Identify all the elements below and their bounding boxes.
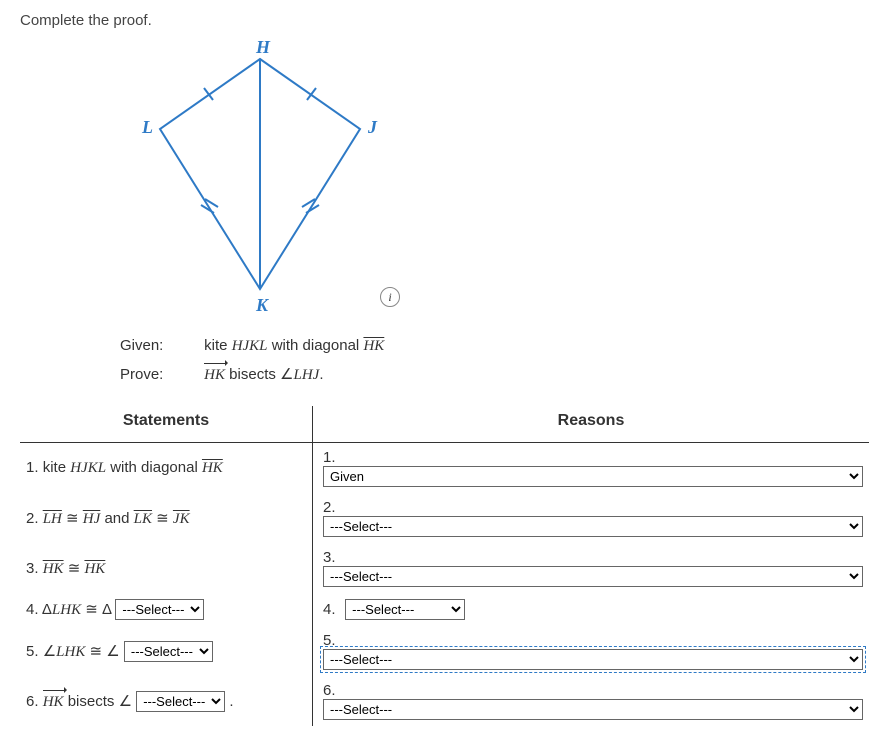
- statement-5: 5. ∠LHK ≅ ∠ ---Select---: [20, 626, 313, 676]
- reason-4-select[interactable]: ---Select---: [345, 599, 465, 620]
- reason-1: 1. Given: [313, 443, 870, 494]
- prove-label: Prove:: [120, 366, 200, 383]
- statement-1: 1. kite HJKL with diagonal HK: [20, 443, 313, 494]
- kite-diagram: H J K L: [100, 39, 420, 319]
- info-icon[interactable]: i: [380, 287, 400, 307]
- vertex-L: L: [141, 117, 153, 137]
- vertex-J: J: [367, 117, 378, 137]
- statement-4-select[interactable]: ---Select---: [115, 599, 204, 620]
- reason-4: 4. ---Select---: [313, 593, 870, 626]
- prove-statement: HK bisects ∠LHJ.: [204, 366, 323, 383]
- statement-3: 3. HK ≅ HK: [20, 543, 313, 593]
- reason-6-select[interactable]: ---Select---: [323, 699, 863, 720]
- given-prove-block: Given: kite HJKL with diagonal HK Prove:…: [120, 337, 869, 384]
- given-row: Given: kite HJKL with diagonal HK: [120, 337, 869, 355]
- reason-2: 2. ---Select---: [313, 493, 870, 543]
- proof-row-1: 1. kite HJKL with diagonal HK 1. Given: [20, 443, 869, 494]
- reason-6: 6. ---Select---: [313, 676, 870, 726]
- prove-row: Prove: HK bisects ∠LHJ.: [120, 365, 869, 384]
- proof-table: Statements Reasons 1. kite HJKL with dia…: [20, 406, 869, 726]
- proof-row-2: 2. LH ≅ HJ and LK ≅ JK 2. ---Select---: [20, 493, 869, 543]
- statement-4: 4. ΔLHK ≅ Δ ---Select---: [20, 593, 313, 626]
- reason-3-select[interactable]: ---Select---: [323, 566, 863, 587]
- reasons-header: Reasons: [313, 406, 870, 443]
- given-label: Given:: [120, 337, 200, 354]
- statement-6-select[interactable]: ---Select---: [136, 691, 225, 712]
- vertex-K: K: [255, 295, 270, 315]
- given-statement: kite HJKL with diagonal HK: [204, 337, 384, 354]
- reason-5: 5. ---Select---: [313, 626, 870, 676]
- vertex-H: H: [255, 39, 271, 57]
- proof-row-5: 5. ∠LHK ≅ ∠ ---Select--- 5. ---Select---: [20, 626, 869, 676]
- statement-6: 6. HK bisects ∠ ---Select--- .: [20, 676, 313, 726]
- proof-row-6: 6. HK bisects ∠ ---Select--- . 6. ---Sel…: [20, 676, 869, 726]
- figure-area: H J K L i: [100, 39, 869, 319]
- prompt-text: Complete the proof.: [20, 12, 869, 29]
- proof-row-3: 3. HK ≅ HK 3. ---Select---: [20, 543, 869, 593]
- statement-5-select[interactable]: ---Select---: [124, 641, 213, 662]
- statement-2: 2. LH ≅ HJ and LK ≅ JK: [20, 493, 313, 543]
- reason-3: 3. ---Select---: [313, 543, 870, 593]
- reason-2-select[interactable]: ---Select---: [323, 516, 863, 537]
- proof-row-4: 4. ΔLHK ≅ Δ ---Select--- 4. ---Select---: [20, 593, 869, 626]
- reason-1-select[interactable]: Given: [323, 466, 863, 487]
- statements-header: Statements: [20, 406, 313, 443]
- reason-5-select[interactable]: ---Select---: [323, 649, 863, 670]
